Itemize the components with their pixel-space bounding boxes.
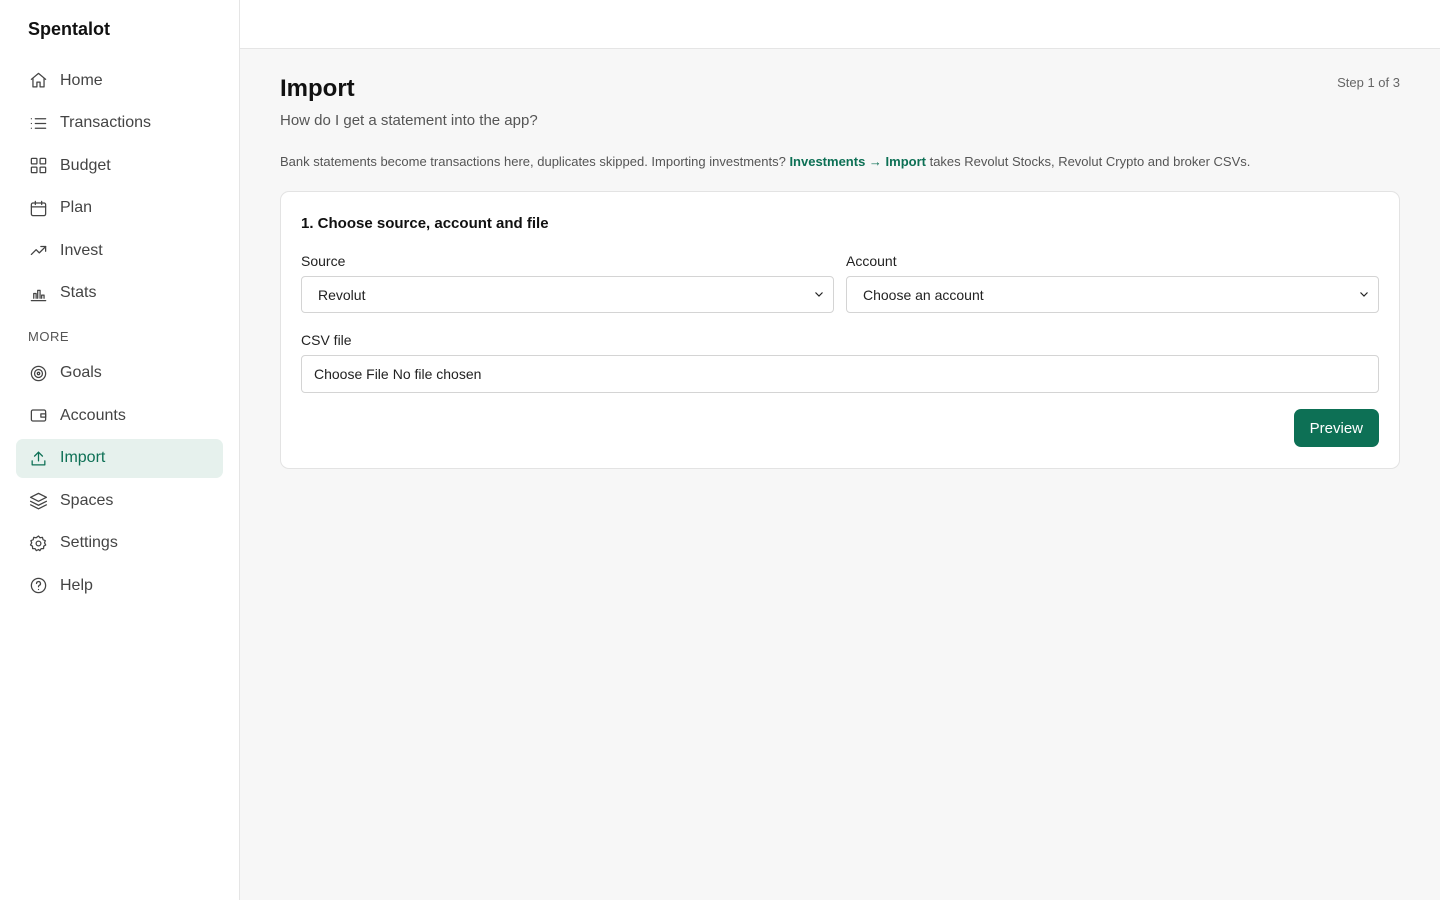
preview-button[interactable]: Preview xyxy=(1293,409,1379,447)
sidebar-item-spaces[interactable]: Spaces xyxy=(16,481,223,520)
csv-file-input[interactable]: Choose File No file chosen xyxy=(301,355,1379,393)
sidebar-item-label: Home xyxy=(60,71,103,89)
wallet-icon xyxy=(28,406,48,426)
card-actions: Preview xyxy=(301,409,1379,447)
page-title: Import xyxy=(280,75,355,102)
csv-file-label: CSV file xyxy=(301,332,352,348)
source-account-row: Source Revolut Account Choose an account xyxy=(301,252,1379,313)
account-field: Account Choose an account xyxy=(846,252,1379,313)
info-text: Bank statements become transactions here… xyxy=(280,153,1400,171)
sidebar-item-transactions[interactable]: Transactions xyxy=(16,104,223,143)
sidebar-item-label: Budget xyxy=(60,156,111,174)
source-label: Source xyxy=(301,253,346,269)
help-circle-icon xyxy=(28,576,48,596)
upload-icon xyxy=(28,448,48,468)
sidebar-item-goals[interactable]: Goals xyxy=(16,354,223,393)
grid-icon xyxy=(28,156,48,176)
source-field: Source Revolut xyxy=(301,252,834,313)
sidebar-item-import[interactable]: Import xyxy=(16,438,223,478)
chevron-down-icon xyxy=(1358,287,1370,303)
sidebar-item-label: Import xyxy=(60,449,106,466)
gear-icon xyxy=(28,533,48,553)
investments-import-link[interactable]: Investments → Import xyxy=(789,154,926,169)
sidebar-item-label: Stats xyxy=(60,284,97,301)
sidebar-item-label: Invest xyxy=(60,241,103,259)
sidebar-item-label: Help xyxy=(60,576,93,594)
step-indicator: Step 1 of 3 xyxy=(1337,75,1400,90)
app-root: Spentalot Home Transactions Budget Plan xyxy=(0,0,1440,900)
main-area: Step 1 of 3 Import How do I get a statem… xyxy=(240,0,1440,900)
list-icon xyxy=(28,113,48,133)
sidebar-item-help[interactable]: Help xyxy=(16,566,223,605)
account-label: Account xyxy=(846,253,897,269)
chevron-down-icon xyxy=(813,287,825,303)
sidebar-item-label: Accounts xyxy=(60,406,126,424)
import-card: 1. Choose source, account and file Sourc… xyxy=(280,191,1400,469)
sidebar-item-invest[interactable]: Invest xyxy=(16,231,223,270)
calendar-icon xyxy=(28,198,48,218)
source-select-value: Revolut xyxy=(318,286,366,303)
bar-chart-icon xyxy=(28,283,48,303)
sidebar-item-budget[interactable]: Budget xyxy=(16,146,223,185)
info-text-suffix: takes Revolut Stocks, Revolut Crypto and… xyxy=(925,154,1251,169)
sidebar-item-label: Plan xyxy=(60,199,93,216)
layers-icon xyxy=(28,491,48,511)
account-select-value: Choose an account xyxy=(863,286,984,303)
page-subtitle: How do I get a statement into the app? xyxy=(280,112,538,129)
sidebar-item-plan[interactable]: Plan xyxy=(16,189,223,228)
home-icon xyxy=(28,71,48,91)
account-select[interactable]: Choose an account xyxy=(846,276,1379,313)
top-bar xyxy=(240,0,1440,49)
sidebar: Spentalot Home Transactions Budget Plan xyxy=(0,0,240,900)
sidebar-item-accounts[interactable]: Accounts xyxy=(16,396,223,435)
sidebar-item-stats[interactable]: Stats xyxy=(16,274,223,313)
file-status: No file chosen xyxy=(392,366,482,382)
sidebar-item-settings[interactable]: Settings xyxy=(16,524,223,563)
trending-up-icon xyxy=(28,241,48,261)
target-icon xyxy=(28,363,48,383)
sidebar-item-home[interactable]: Home xyxy=(16,61,223,100)
card-title: 1. Choose source, account and file xyxy=(301,215,549,232)
sidebar-item-label: Transactions xyxy=(60,114,151,131)
source-select[interactable]: Revolut xyxy=(301,276,834,313)
page-content: Step 1 of 3 Import How do I get a statem… xyxy=(240,49,1440,469)
app-logo: Spentalot xyxy=(28,19,111,39)
info-text-prefix: Bank statements become transactions here… xyxy=(280,154,790,169)
csv-file-field: CSV file Choose File No file chosen xyxy=(301,331,1379,393)
sidebar-item-label: Goals xyxy=(60,364,102,381)
sidebar-item-label: Settings xyxy=(60,534,118,551)
choose-file-button[interactable]: Choose File xyxy=(314,366,389,382)
sidebar-section-more: MORE xyxy=(28,328,69,344)
sidebar-item-label: Spaces xyxy=(60,491,114,509)
